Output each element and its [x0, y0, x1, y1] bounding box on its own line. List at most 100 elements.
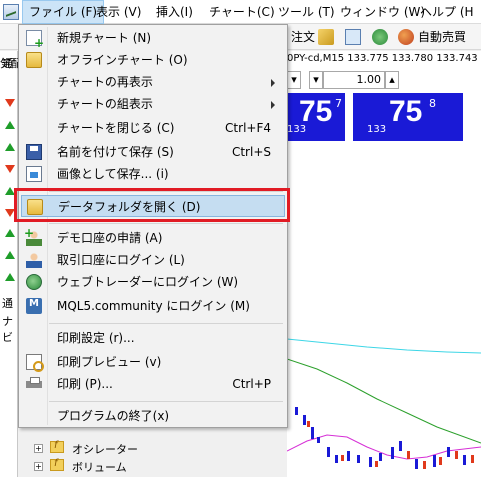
up-arrow-icon — [5, 273, 15, 281]
menu-item-offline-chart[interactable]: オフラインチャート (O) — [21, 49, 285, 71]
sell-price-main: 75 — [299, 95, 333, 128]
menu-item-label: チャートの再表示 — [57, 75, 153, 89]
menu-item-close-chart[interactable]: チャートを閉じる (C) Ctrl+F4 — [21, 117, 285, 139]
price-chart[interactable] — [287, 251, 481, 477]
new-chart-icon — [26, 30, 44, 50]
menu-bar: ファイル (F) 表示 (V) 挿入(I) チャート(C) ツール (T) ウィ… — [0, 0, 481, 24]
menu-item-profiles[interactable]: チャートの組表示 — [21, 93, 285, 115]
menu-item-login-mql5[interactable]: MQL5.community にログイン (M) — [21, 295, 285, 317]
qty-decrease-icon[interactable]: ▾ — [309, 71, 323, 89]
up-arrow-icon — [5, 229, 15, 237]
indicator-folder-icon — [50, 458, 64, 471]
chart-window[interactable]: 0PY-cd,M15 133.775 133.780 133.743 133.7… — [287, 51, 481, 477]
trade-login-icon — [26, 252, 42, 268]
down-arrow-icon — [5, 165, 15, 173]
sell-price-pip: 7 — [335, 97, 342, 110]
tree-item-oscillators[interactable]: オシレーター — [72, 441, 138, 457]
menu-item-label: MQL5.community にログイン (M) — [57, 299, 250, 313]
menu-insert[interactable]: 挿入(I) — [150, 0, 199, 24]
up-arrow-icon — [5, 121, 15, 129]
signals-icon[interactable] — [345, 29, 361, 45]
one-click-trading-bar: ▾ ▾ 1.00 ▴ — [287, 69, 481, 91]
menu-item-label: オフラインチャート (O) — [57, 53, 188, 67]
menu-item-open-demo-account[interactable]: デモ口座の申請 (A) — [21, 226, 285, 249]
file-menu-dropdown: 新規チャート (N) オフラインチャート (O) チャートの再表示 チャートの組… — [18, 24, 288, 428]
menu-item-label: デモ口座の申請 (A) — [57, 231, 163, 245]
market-watch-panel: 通 気配 通 ナビ — [0, 51, 18, 477]
auto-trade-icon[interactable] — [398, 29, 414, 45]
menu-item-print-setup[interactable]: 印刷設定 (r)... — [21, 327, 285, 349]
menu-separator — [49, 323, 283, 324]
menu-item-label: 新規チャート (N) — [57, 31, 152, 45]
app-icon[interactable] — [3, 4, 19, 20]
gold-bar-icon[interactable] — [318, 29, 334, 45]
submenu-arrow-icon — [271, 79, 275, 87]
image-icon — [26, 166, 42, 182]
terminal-window: ファイル (F) 表示 (V) 挿入(I) チャート(C) ツール (T) ウィ… — [0, 0, 481, 477]
menu-item-shortcut: Ctrl+F4 — [225, 121, 271, 135]
moving-average-magenta — [287, 434, 481, 460]
menu-item-label: ウェブトレーダーにログイン (W) — [57, 275, 239, 289]
menu-tools[interactable]: ツール (T) — [272, 0, 341, 24]
up-arrow-icon — [5, 143, 15, 151]
sell-price-panel[interactable]: 133 75 7 — [287, 93, 345, 141]
expand-icon[interactable]: + — [34, 462, 43, 471]
moving-average-cyan — [287, 338, 481, 354]
mql5-icon — [26, 298, 42, 314]
highlight-frame — [14, 188, 290, 222]
menu-item-shortcut: Ctrl+P — [232, 377, 271, 391]
menu-item-label: 名前を付けて保存 (S) — [57, 145, 174, 159]
print-preview-icon — [26, 354, 44, 372]
folder-icon — [26, 52, 42, 68]
menu-item-label: プログラムの終了(x) — [57, 409, 170, 423]
menu-item-label: 印刷プレビュー (v) — [57, 355, 162, 369]
lot-size-input[interactable]: 1.00 — [323, 71, 385, 89]
save-icon — [26, 144, 42, 160]
menu-item-save-as[interactable]: 名前を付けて保存 (S) Ctrl+S — [21, 141, 285, 163]
menu-item-print[interactable]: 印刷 (P)... Ctrl+P — [21, 373, 285, 395]
wifi-icon[interactable] — [372, 29, 388, 45]
menu-item-reopen-chart[interactable]: チャートの再表示 — [21, 71, 285, 93]
menu-item-login-web-trader[interactable]: ウェブトレーダーにログイン (W) — [21, 271, 285, 293]
up-arrow-icon — [5, 251, 15, 259]
menu-item-label: 印刷設定 (r)... — [57, 331, 135, 345]
buy-price-pip: 8 — [429, 97, 436, 110]
printer-icon — [26, 376, 42, 392]
buy-button-label[interactable]: BUY — [409, 73, 433, 87]
menu-item-label: 印刷 (P)... — [57, 377, 113, 391]
menu-separator — [49, 401, 283, 402]
qty-decrease-button[interactable]: ▾ — [287, 71, 301, 89]
expand-icon[interactable]: + — [34, 444, 43, 453]
menu-item-login-trade-account[interactable]: 取引口座にログイン (L) — [21, 249, 285, 271]
auto-trade-button[interactable]: 自動売買 — [418, 28, 466, 46]
indicator-folder-icon — [50, 440, 64, 453]
down-arrow-icon — [5, 99, 15, 107]
menu-chart[interactable]: チャート(C) — [203, 0, 281, 24]
web-trader-icon — [26, 274, 42, 290]
navigator-label: ナビ — [2, 315, 13, 344]
menu-view[interactable]: 表示 (V) — [90, 0, 147, 24]
demo-account-icon — [24, 226, 42, 246]
menu-help[interactable]: ヘルプ (H — [414, 0, 480, 24]
menu-item-label: 取引口座にログイン (L) — [57, 253, 185, 267]
tree-item-volumes[interactable]: ボリューム — [72, 459, 127, 475]
menu-item-label: チャートの組表示 — [57, 97, 153, 111]
menu-separator — [49, 223, 283, 224]
symbols-tab[interactable]: 通 — [2, 295, 13, 311]
moving-average-green — [287, 358, 481, 444]
qty-increase-button[interactable]: ▴ — [385, 71, 399, 89]
menu-item-exit[interactable]: プログラムの終了(x) — [21, 405, 285, 427]
menu-item-shortcut: Ctrl+S — [231, 145, 271, 159]
menu-item-new-chart[interactable]: 新規チャート (N) — [21, 27, 285, 50]
buy-price-prefix: 133 — [367, 124, 387, 135]
submenu-arrow-icon — [271, 101, 275, 109]
menu-item-save-as-picture[interactable]: 画像として保存... (i) — [21, 163, 285, 185]
buy-price-main: 75 — [389, 95, 423, 128]
menu-item-label: 画像として保存... (i) — [57, 167, 169, 181]
menu-item-label: チャートを閉じる (C) — [57, 121, 175, 135]
candles-bearish — [307, 421, 474, 469]
buy-price-panel[interactable]: BUY 133 75 8 — [353, 73, 463, 141]
chart-title: 0PY-cd,M15 133.775 133.780 133.743 133.7… — [287, 53, 481, 64]
order-button[interactable]: 注文 — [291, 28, 315, 46]
menu-item-print-preview[interactable]: 印刷プレビュー (v) — [21, 351, 285, 373]
